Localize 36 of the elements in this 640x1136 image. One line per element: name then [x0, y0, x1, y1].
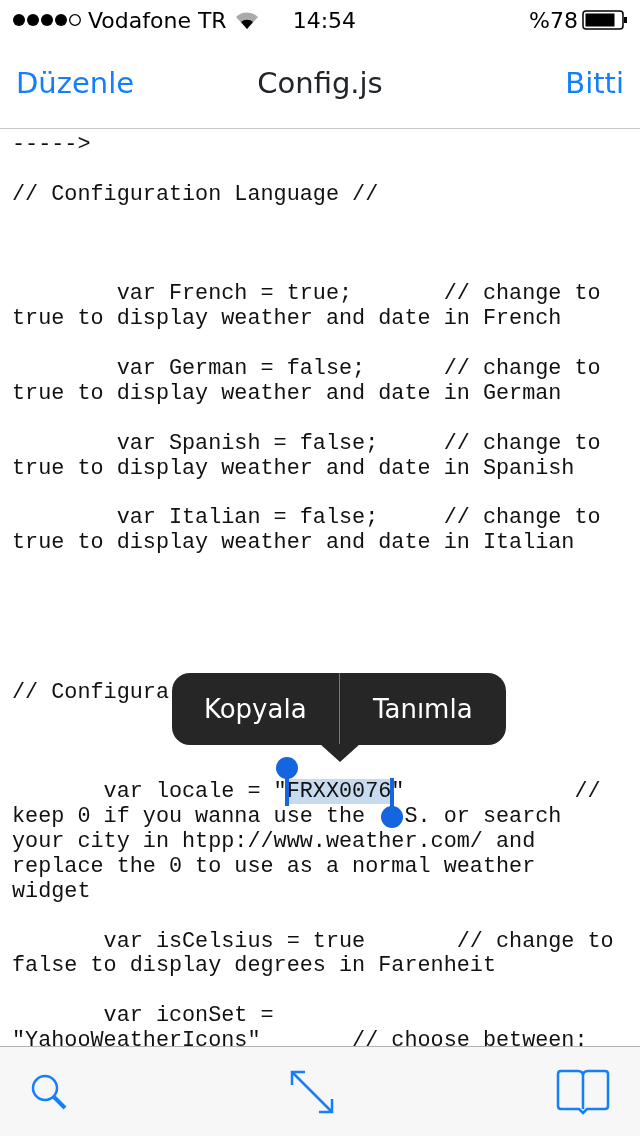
code-line: ----->	[11, 133, 92, 158]
code-line: var French = true; // change to	[115, 282, 602, 308]
code-line: var Italian = false; // change to	[115, 506, 602, 532]
carrier-name: Vodafone TR	[88, 6, 227, 35]
code-line: "YahooWeatherIcons" // choose between:	[11, 1029, 589, 1046]
search-button[interactable]	[30, 1072, 68, 1111]
code-line: // Configuration Language //	[11, 182, 380, 208]
code-line: replace the 0 to use as a normal weather	[11, 854, 537, 880]
code-line: var iconSet =	[102, 1004, 275, 1030]
battery-percent: %78	[529, 6, 578, 35]
status-time: 14:54	[292, 6, 357, 35]
document-title: Config.js	[257, 65, 383, 103]
battery-icon	[582, 10, 628, 30]
done-button[interactable]: Bitti	[565, 62, 624, 106]
wifi-icon	[234, 11, 259, 29]
code-line: true to display weather and date in Italian	[11, 531, 576, 557]
code-line: var isCelsius = true // change to	[102, 929, 615, 955]
code-line: keep 0 if you wanna use the S. or search	[11, 805, 563, 830]
code-text: var locale = "	[102, 779, 287, 805]
copy-menu-item[interactable]: Kopyala	[172, 673, 339, 745]
code-line: var Spanish = false; // change to	[115, 431, 602, 457]
book-button[interactable]	[556, 1067, 610, 1116]
resize-button[interactable]	[289, 1068, 335, 1115]
code-text: " //	[391, 779, 601, 805]
code-line: false to display degrees in Farenheit	[11, 954, 497, 980]
code-line: true to display weather and date in German	[11, 381, 563, 407]
signal-icon	[12, 13, 84, 27]
selected-text[interactable]: FRXX0076	[286, 779, 392, 805]
code-line: your city in htpp://www.weather.com/ and	[11, 829, 537, 855]
code-line: true to display weather and date in French	[11, 307, 563, 333]
code-line: widget	[11, 879, 92, 905]
code-line: var German = false; // change to	[115, 357, 602, 382]
code-line: true to display weather and date in Spanish	[11, 456, 576, 482]
define-menu-item[interactable]: Tanımla	[339, 673, 506, 745]
code-line: // Configura	[11, 680, 170, 706]
edit-button[interactable]: Düzenle	[16, 62, 135, 106]
